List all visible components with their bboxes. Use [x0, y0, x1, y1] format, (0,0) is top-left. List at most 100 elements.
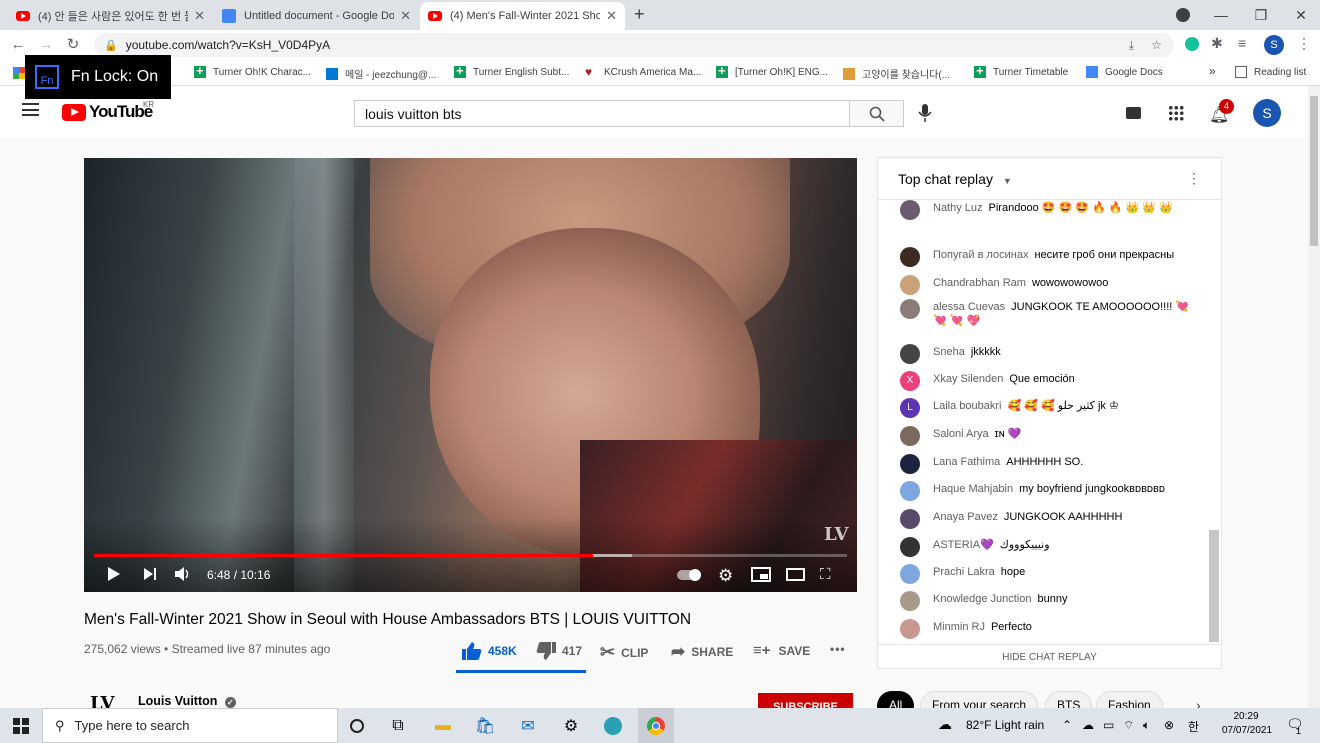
chat-avatar[interactable] — [900, 344, 920, 364]
close-window-button[interactable]: ✕ — [1278, 0, 1320, 30]
chat-avatar[interactable] — [900, 247, 920, 267]
mail-icon[interactable]: ✉ — [517, 715, 539, 737]
cortana-icon[interactable] — [346, 715, 368, 737]
chat-avatar[interactable]: X — [900, 371, 920, 391]
settings-gear-icon[interactable]: ⚙ — [718, 566, 733, 586]
chrome-taskbar-icon[interactable] — [638, 708, 674, 743]
bookmark-item[interactable]: [Turner Oh!K] ENG... — [716, 63, 828, 78]
chat-scrollbar[interactable] — [1209, 530, 1219, 642]
bookmark-item[interactable]: ♥ KCrush America Ma... — [585, 66, 701, 78]
chat-avatar[interactable] — [900, 619, 920, 639]
chevron-up-icon[interactable]: ⌃ — [1062, 718, 1072, 732]
close-icon[interactable]: ✕ — [606, 8, 617, 24]
search-input[interactable]: louis vuitton bts — [354, 100, 850, 127]
chat-author[interactable]: Saloni Arya — [933, 428, 989, 440]
chat-avatar[interactable]: L — [900, 398, 920, 418]
media-icon[interactable]: ≡ — [1238, 35, 1246, 51]
chat-avatar[interactable] — [900, 299, 920, 319]
hamburger-menu-icon[interactable] — [22, 103, 39, 116]
notification-center-icon[interactable]: 🗨︎ — [1286, 716, 1304, 733]
chat-avatar[interactable] — [900, 426, 920, 446]
forward-button[interactable]: → — [36, 35, 56, 55]
grammarly-icon[interactable] — [1185, 37, 1199, 51]
windows-start-icon[interactable] — [10, 715, 32, 737]
hide-chat-replay-button[interactable]: HIDE CHAT REPLAY — [878, 644, 1221, 668]
play-button[interactable] — [106, 566, 122, 585]
reading-list-button[interactable]: Reading list — [1235, 66, 1306, 78]
address-bar[interactable]: 🔒 youtube.com/watch?v=KsH_V0D4PyA ⤓ ☆ — [94, 33, 1174, 57]
next-button[interactable] — [143, 567, 157, 584]
chat-author[interactable]: Попугай в лосинах — [933, 249, 1028, 261]
chat-avatar[interactable] — [900, 564, 920, 584]
bookmarks-overflow-button[interactable]: » — [1209, 64, 1216, 78]
close-circle-icon[interactable]: ⊗ — [1164, 718, 1174, 732]
store-icon[interactable]: 🛍︎ — [474, 715, 496, 737]
onedrive-icon[interactable]: ☁ — [1082, 718, 1094, 732]
fullscreen-icon[interactable]: ⛶ — [820, 566, 831, 583]
chat-author[interactable]: Prachi Lakra — [933, 566, 995, 578]
chat-avatar[interactable] — [900, 509, 920, 529]
profile-avatar[interactable]: S — [1264, 35, 1284, 55]
apps-icon[interactable] — [13, 67, 25, 79]
autoplay-toggle[interactable] — [677, 569, 701, 581]
chat-author[interactable]: Chandrabhan Ram — [933, 277, 1026, 289]
reload-button[interactable]: ↻ — [63, 35, 83, 55]
account-avatar[interactable]: S — [1253, 99, 1281, 127]
chat-avatar[interactable] — [900, 537, 920, 557]
chat-author[interactable]: Nathy Luz — [933, 202, 983, 214]
more-actions-button[interactable]: ••• — [830, 642, 846, 656]
youtube-logo-icon[interactable] — [62, 104, 86, 121]
chat-header[interactable]: Top chat replay ▼ ⋮ — [878, 158, 1221, 200]
chat-author[interactable]: ASTERIA💜 — [933, 539, 994, 551]
scrollbar-thumb[interactable] — [1310, 96, 1318, 246]
chat-avatar[interactable] — [900, 591, 920, 611]
create-video-icon[interactable] — [1126, 107, 1141, 119]
battery-icon[interactable]: ▭ — [1103, 718, 1114, 732]
bookmark-item[interactable]: Turner Timetable — [974, 63, 1068, 78]
ime-indicator[interactable]: 한 — [1188, 718, 1199, 735]
app-icon[interactable] — [602, 715, 624, 737]
taskbar-search[interactable]: ⚲ Type here to search — [42, 708, 338, 743]
extensions-icon[interactable]: ✱ — [1211, 35, 1223, 52]
browser-tab[interactable]: (4) 안 들은 사람은 있어도 한 번 들은 ✕ — [8, 2, 213, 30]
page-scrollbar[interactable] — [1308, 86, 1320, 708]
settings-icon[interactable]: ⚙ — [560, 715, 582, 737]
microphone-icon[interactable] — [918, 103, 932, 128]
bookmark-star-icon[interactable]: ☆ — [1151, 38, 1162, 52]
share-button[interactable]: ➦ SHARE — [671, 642, 733, 662]
miniplayer-icon[interactable] — [751, 567, 771, 582]
channel-avatar[interactable]: LV — [90, 693, 120, 708]
progress-bar[interactable] — [94, 554, 847, 557]
back-button[interactable]: ← — [8, 35, 28, 55]
install-icon[interactable]: ⤓ — [1129, 38, 1134, 53]
chat-author[interactable]: Minmin RJ — [933, 621, 985, 633]
bookmark-item[interactable]: Turner English Subt... — [454, 63, 569, 78]
volume-icon[interactable] — [174, 567, 190, 584]
network-icon[interactable]: ⌔ — [1123, 718, 1134, 733]
bookmark-item[interactable]: 메일 - jeezchung@... — [326, 66, 436, 81]
speaker-icon[interactable]: 🔈︎ — [1143, 718, 1150, 733]
video-player[interactable]: LV — [84, 158, 857, 592]
bookmark-item[interactable]: Turner Oh!K Charac... — [194, 63, 311, 78]
chat-avatar[interactable] — [900, 481, 920, 501]
chat-author[interactable]: Laila boubakri — [933, 400, 1002, 412]
channel-name[interactable]: Louis Vuitton ✓ — [138, 694, 236, 708]
theater-mode-icon[interactable] — [786, 568, 805, 581]
bookmark-item[interactable]: 고양이를 찾습니다(... — [843, 66, 950, 81]
save-button[interactable]: ≡+ SAVE — [753, 642, 810, 659]
chat-author[interactable]: Lana Fathima — [933, 456, 1000, 468]
browser-tab[interactable]: Untitled document - Google Docs ✕ — [214, 2, 419, 30]
chat-author[interactable]: Haque Mahjabin — [933, 483, 1013, 495]
chat-author[interactable]: Anaya Pavez — [933, 511, 998, 523]
chat-author[interactable]: Sneha — [933, 346, 965, 358]
close-icon[interactable]: ✕ — [194, 8, 205, 24]
apps-grid-icon[interactable] — [1168, 105, 1184, 121]
chat-author[interactable]: alessa Cuevas — [933, 301, 1005, 313]
weather-text[interactable]: 82°F Light rain — [966, 718, 1044, 732]
file-explorer-icon[interactable]: ▬ — [432, 715, 454, 737]
new-tab-button[interactable]: + — [634, 4, 645, 25]
chat-avatar[interactable] — [900, 454, 920, 474]
search-button[interactable] — [849, 100, 904, 127]
close-icon[interactable]: ✕ — [400, 8, 411, 24]
more-vert-icon[interactable]: ⋮ — [1187, 170, 1201, 187]
